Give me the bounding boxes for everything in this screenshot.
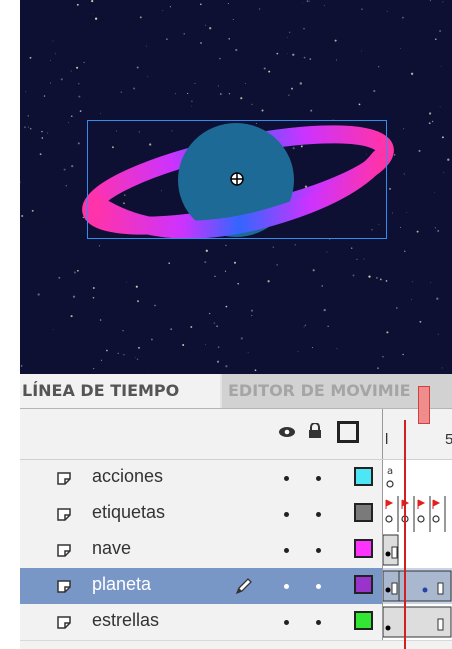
layer-name[interactable]: etiquetas <box>92 502 165 523</box>
layer-icon <box>57 472 71 485</box>
visibility-toggle[interactable] <box>284 512 289 517</box>
stage-canvas[interactable] <box>20 0 452 374</box>
playhead-line <box>404 420 406 649</box>
layer-name[interactable]: estrellas <box>92 610 159 631</box>
panel-tabs: LÍNEA DE TIEMPO EDITOR DE MOVIMIE <box>20 374 452 409</box>
layer-color-swatch[interactable] <box>354 539 373 558</box>
layer-frames[interactable] <box>382 604 452 640</box>
layer-name[interactable]: acciones <box>92 466 163 487</box>
visibility-toggle[interactable] <box>284 476 289 481</box>
outline-square-icon[interactable] <box>337 421 359 443</box>
layer-icon <box>57 508 71 521</box>
lock-icon[interactable] <box>308 422 322 444</box>
layer-frames[interactable] <box>382 532 452 568</box>
layer-frames[interactable]: a <box>382 460 452 496</box>
planet-graphic[interactable] <box>20 0 452 374</box>
timeline-panel: LÍNEA DE TIEMPO EDITOR DE MOVIMIE l 5 ac… <box>20 374 452 649</box>
visibility-toggle[interactable] <box>284 548 289 553</box>
lock-toggle[interactable] <box>316 620 321 625</box>
playhead-marker[interactable] <box>418 386 430 424</box>
layer-color-swatch[interactable] <box>354 467 373 486</box>
visibility-toggle[interactable] <box>284 620 289 625</box>
ruler-tick-5: 5 <box>445 431 452 448</box>
layer-name[interactable]: planeta <box>92 574 151 595</box>
layer-frames[interactable] <box>382 568 452 604</box>
layer-row-acciones[interactable]: acciones a <box>20 460 452 497</box>
pencil-icon <box>235 578 252 595</box>
layer-row-etiquetas[interactable]: etiquetas <box>20 496 452 533</box>
lock-toggle[interactable] <box>316 584 321 589</box>
eye-icon[interactable] <box>278 425 296 443</box>
ruler-tick-1: l <box>385 431 389 448</box>
layer-frames[interactable] <box>382 496 452 532</box>
lock-toggle[interactable] <box>316 476 321 481</box>
layer-color-swatch[interactable] <box>354 503 373 522</box>
lock-toggle[interactable] <box>316 512 321 517</box>
layer-color-swatch[interactable] <box>354 611 373 630</box>
timeline-header: l 5 <box>20 409 452 460</box>
layer-icon <box>57 616 71 629</box>
layer-row-planeta[interactable]: planeta <box>20 568 452 605</box>
visibility-toggle[interactable] <box>284 584 289 589</box>
svg-text:a: a <box>387 466 393 477</box>
frame-ruler[interactable]: l 5 <box>382 409 452 459</box>
lock-toggle[interactable] <box>316 548 321 553</box>
layer-color-swatch[interactable] <box>354 575 373 594</box>
layer-row-estrellas[interactable]: estrellas <box>20 604 452 641</box>
layer-name[interactable]: nave <box>92 538 131 559</box>
layer-row-nave[interactable]: nave <box>20 532 452 569</box>
tab-timeline[interactable]: LÍNEA DE TIEMPO <box>20 374 220 408</box>
layer-icon <box>57 580 71 593</box>
layer-icon <box>57 544 71 557</box>
